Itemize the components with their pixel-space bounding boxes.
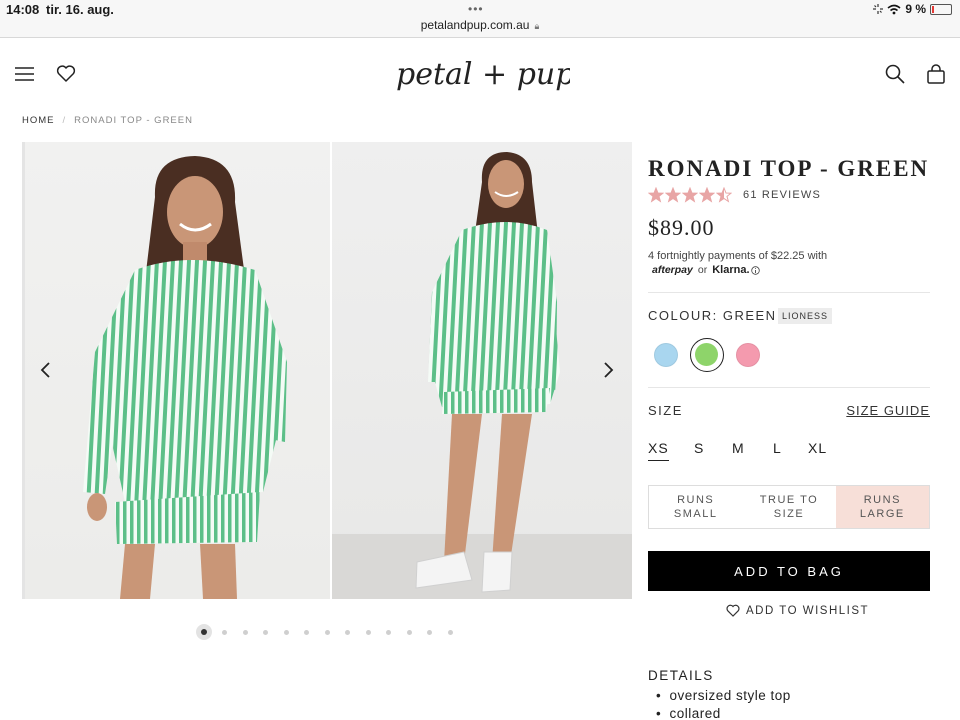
search-icon[interactable]: [884, 63, 906, 85]
status-time: 14:08: [6, 2, 40, 17]
details-list: oversized style topcollared: [656, 687, 791, 720]
size-option-xl[interactable]: XL: [808, 440, 827, 460]
gallery-dot[interactable]: [196, 624, 212, 640]
colour-label: COLOUR: GREEN: [648, 308, 777, 323]
gallery-dot[interactable]: [345, 629, 350, 635]
address-bar[interactable]: petalandpup.com.au 🔒︎: [0, 18, 960, 32]
fit-option: RUNS LARGE: [835, 486, 929, 528]
battery-percent: 9 %: [905, 2, 926, 16]
reviews-count[interactable]: 61 REVIEWS: [743, 189, 821, 201]
gallery-dot[interactable]: [222, 629, 227, 635]
product-gallery: [22, 142, 632, 599]
swatch-blue[interactable]: [654, 343, 678, 367]
breadcrumb: HOME / RONADI TOP - GREEN: [22, 115, 193, 126]
battery-icon: [930, 3, 952, 15]
payment-brands: afterpay or Klarna.: [652, 264, 760, 276]
menu-icon[interactable]: [14, 63, 36, 85]
product-title: RONADI TOP - GREEN: [648, 156, 930, 181]
details-heading: DETAILS: [648, 668, 714, 683]
lock-icon: 🔒︎: [534, 21, 540, 31]
product-photo-front[interactable]: [22, 142, 330, 599]
product-price: $89.00: [648, 215, 715, 240]
rating-stars: [648, 187, 733, 203]
info-icon[interactable]: [750, 265, 760, 275]
fit-option: TRUE TO SIZE: [759, 494, 819, 520]
wifi-icon: [887, 4, 901, 14]
star-icon: [716, 187, 732, 203]
gallery-dot[interactable]: [324, 629, 330, 635]
tab-dots-icon[interactable]: •••: [468, 3, 484, 15]
divider: [648, 292, 930, 293]
size-guide-link[interactable]: SIZE GUIDE: [846, 403, 930, 418]
status-date: tir. 16. aug.: [46, 2, 114, 17]
fit-option: RUNS SMALL: [673, 494, 718, 520]
size-option-s[interactable]: S: [694, 440, 704, 460]
status-indicators: 9 %: [873, 2, 952, 16]
size-option-xs[interactable]: XS: [648, 440, 669, 461]
site-header: petal + pup: [0, 38, 960, 110]
gallery-prev-arrow-icon[interactable]: [36, 358, 56, 382]
afterpay-logo[interactable]: afterpay: [652, 264, 693, 276]
size-label: SIZE: [648, 403, 683, 418]
breadcrumb-current: RONADI TOP - GREEN: [74, 115, 193, 126]
gallery-dot[interactable]: [386, 629, 391, 635]
url-text: petalandpup.com.au: [420, 18, 530, 32]
payment-info: 4 fortnightly payments of $22.25 with: [648, 250, 828, 262]
gallery-dot[interactable]: [427, 629, 432, 635]
gallery-dot[interactable]: [263, 629, 268, 635]
bag-icon[interactable]: [925, 63, 947, 85]
heart-icon: [726, 604, 740, 617]
signal-icon: [873, 4, 884, 14]
gallery-dot[interactable]: [406, 629, 412, 635]
gallery-dot[interactable]: [242, 629, 248, 635]
gallery-next-arrow-icon[interactable]: [598, 358, 618, 382]
logo-text: petal + pup: [396, 57, 570, 92]
petal-and-pup-logo[interactable]: petal + pup: [390, 46, 570, 104]
gallery-dot[interactable]: [447, 629, 453, 635]
breadcrumb-home[interactable]: HOME: [22, 115, 55, 126]
breadcrumb-separator: /: [62, 115, 67, 126]
gallery-pagination: [196, 624, 468, 640]
add-to-wishlist-link[interactable]: ADD TO WISHLIST: [726, 604, 869, 617]
fit-indicator: RUNS SMALL TRUE TO SIZE RUNS LARGE: [648, 485, 930, 529]
gallery-dot[interactable]: [283, 629, 289, 635]
star-icon: [682, 187, 698, 203]
star-icon: [648, 187, 664, 203]
star-icon: [699, 187, 715, 203]
heart-icon[interactable]: [55, 63, 77, 85]
status-bar: 14:08 tir. 16. aug. ••• petalandpup.com.…: [0, 0, 960, 38]
payment-or: or: [697, 264, 708, 276]
product-photo-full-length[interactable]: [332, 142, 632, 599]
size-option-l[interactable]: L: [773, 440, 782, 460]
add-to-bag-button[interactable]: ADD TO BAG: [648, 551, 930, 591]
divider: [648, 387, 930, 388]
gallery-dot[interactable]: [304, 629, 309, 635]
klarna-logo[interactable]: Klarna.: [712, 264, 749, 276]
swatch-green[interactable]: [690, 338, 724, 372]
rating[interactable]: 61 REVIEWS: [648, 187, 821, 203]
swatch-pink[interactable]: [736, 343, 760, 367]
gallery-dot[interactable]: [365, 629, 371, 635]
size-option-m[interactable]: M: [732, 440, 745, 460]
details-item: collared: [656, 705, 791, 720]
colour-badge: LIONESS: [778, 308, 833, 324]
details-item: oversized style top: [656, 687, 791, 705]
star-icon: [665, 187, 681, 203]
wishlist-label: ADD TO WISHLIST: [746, 604, 870, 617]
